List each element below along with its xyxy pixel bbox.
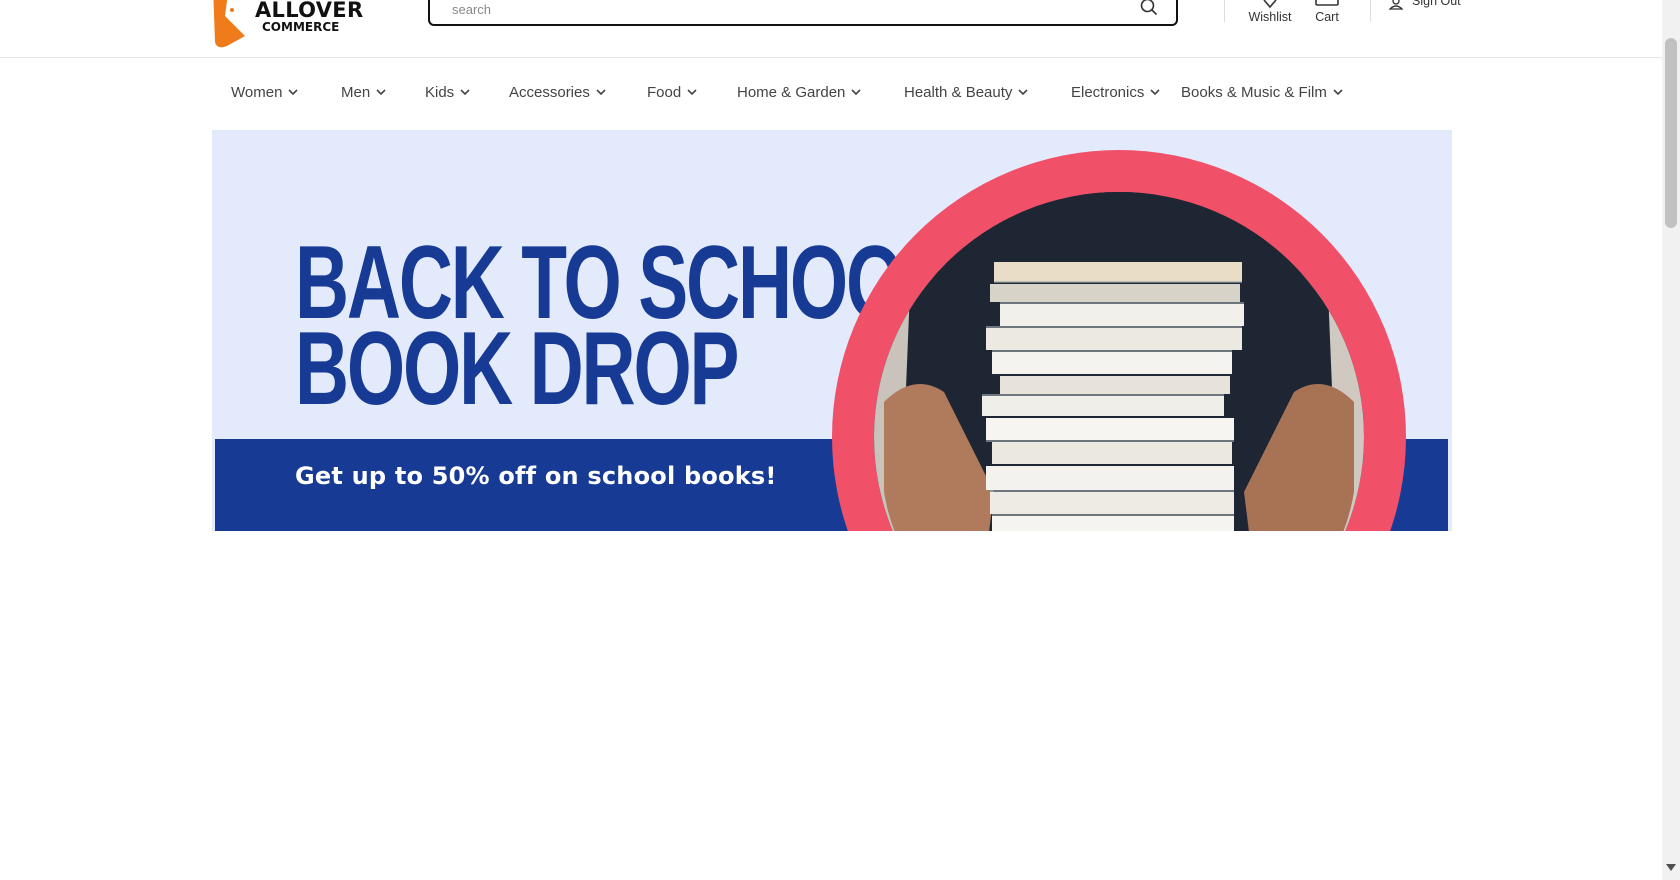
promo-banner[interactable]: BACK TO SCHOOL BOOK DROP Get up to 50% of… (212, 130, 1452, 531)
banner-headline-line2: BOOK DROP (295, 311, 740, 427)
category-nav: Women Men Kids Accessories Food Home & G… (0, 58, 1662, 130)
nav-item-label: Women (231, 84, 283, 101)
sign-out-label: Sign Out (1412, 0, 1461, 8)
nav-item-label: Kids (425, 84, 455, 101)
nav-item-label: Electronics (1071, 84, 1145, 101)
logo-name: ALLOVER (255, 0, 364, 22)
logo[interactable]: ALLOVER COMMERCE (205, 0, 363, 50)
page-scrollbar[interactable] (1662, 0, 1680, 880)
header-divider (1370, 0, 1371, 22)
logo-mark-icon (213, 0, 245, 48)
nav-item-health-beauty[interactable]: Health & Beauty (904, 84, 1028, 101)
chevron-down-icon (376, 89, 386, 96)
cart-icon (1315, 0, 1339, 6)
nav-item-label: Health & Beauty (904, 84, 1013, 101)
scroll-down-arrow-icon[interactable] (1666, 864, 1676, 872)
user-icon (1388, 0, 1404, 10)
chevron-down-icon (288, 89, 298, 96)
chevron-down-icon (1333, 89, 1343, 96)
nav-item-kids[interactable]: Kids (425, 84, 470, 101)
nav-item-electronics[interactable]: Electronics (1071, 84, 1160, 101)
chevron-down-icon (687, 89, 697, 96)
nav-item-label: Accessories (509, 84, 590, 101)
nav-item-label: Food (647, 84, 682, 101)
nav-item-label: Home & Garden (737, 84, 846, 101)
nav-item-accessories[interactable]: Accessories (509, 84, 606, 101)
nav-item-food[interactable]: Food (647, 84, 697, 101)
chevron-down-icon (851, 89, 861, 96)
search-box (428, 0, 1178, 26)
search-icon[interactable] (1140, 0, 1158, 16)
cart-label: Cart (1315, 10, 1339, 24)
nav-item-home-garden[interactable]: Home & Garden (737, 84, 861, 101)
chevron-down-icon (460, 89, 470, 96)
wishlist-label: Wishlist (1248, 10, 1292, 24)
header-divider (1224, 0, 1225, 22)
chevron-down-icon (1150, 89, 1160, 96)
chevron-down-icon (1018, 89, 1028, 96)
search-input[interactable] (450, 0, 1114, 20)
nav-item-books-music-film[interactable]: Books & Music & Film (1181, 84, 1343, 101)
nav-item-label: Books & Music & Film (1181, 84, 1327, 101)
book-stack-illustration (874, 192, 1364, 531)
chevron-down-icon (596, 89, 606, 96)
book-stack-image (874, 192, 1364, 531)
site-header: ALLOVER COMMERCE Wishlist Cart Sign Out (0, 0, 1662, 58)
heart-icon (1263, 0, 1277, 9)
nav-item-women[interactable]: Women (231, 84, 298, 101)
nav-item-men[interactable]: Men (341, 84, 386, 101)
banner-subheadline: Get up to 50% off on school books! (295, 462, 777, 490)
logo-subtitle: COMMERCE (262, 20, 340, 34)
nav-item-label: Men (341, 84, 371, 101)
scrollbar-thumb[interactable] (1665, 38, 1677, 228)
